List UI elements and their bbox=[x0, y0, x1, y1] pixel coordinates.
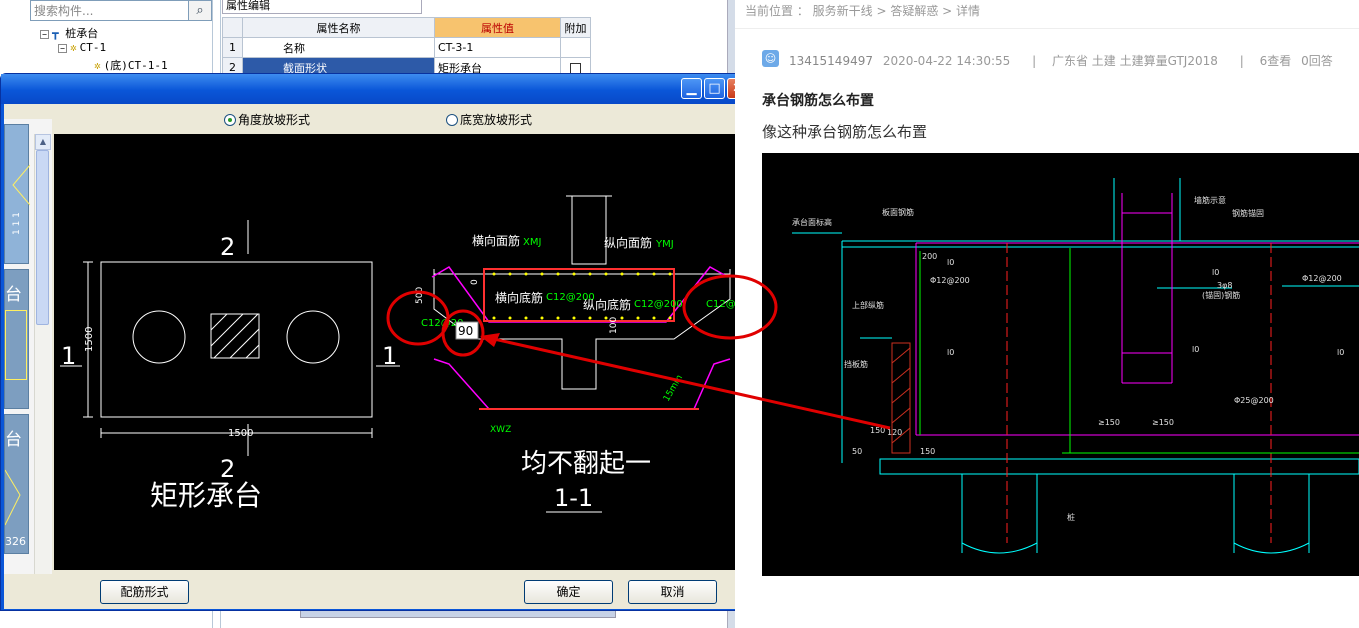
annotation-circle-left bbox=[386, 290, 450, 346]
annotation-arrow bbox=[484, 335, 891, 430]
annotation-circle-right bbox=[682, 274, 778, 340]
red-annotations bbox=[386, 274, 891, 430]
annotation-circle-angle bbox=[441, 309, 485, 357]
